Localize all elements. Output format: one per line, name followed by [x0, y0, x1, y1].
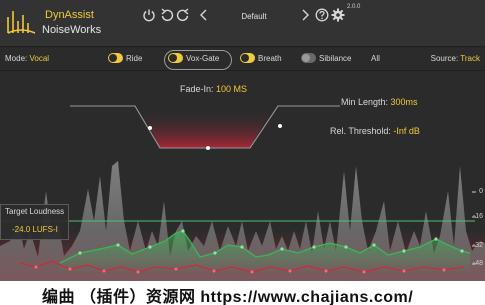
min-length-value: 300ms	[390, 97, 418, 107]
gate-handle-bottom	[206, 146, 210, 150]
next-preset-icon[interactable]	[298, 8, 312, 22]
tab-ride[interactable]: Ride	[126, 54, 142, 63]
brand-name: DynAssist	[45, 9, 94, 21]
vox-gate-toggle[interactable]	[168, 53, 183, 63]
logo-icon	[7, 11, 36, 34]
min-length-readout[interactable]: Min Length: 300ms	[341, 97, 418, 107]
gate-handle-left	[148, 126, 152, 130]
fade-in-value: 100 MS	[216, 84, 248, 94]
source-value: Track	[460, 54, 480, 63]
min-length-prefix: Min Length:	[341, 97, 391, 107]
watermark-text: 编曲 （插件）资源网 https://www.chajians.com/	[42, 289, 414, 305]
threshold-prefix: Rel. Threshold:	[330, 126, 394, 136]
gear-icon[interactable]	[331, 8, 345, 22]
scale-tick-48: -48	[472, 260, 483, 267]
scale-tick-16: -16	[472, 213, 483, 220]
target-loudness-value[interactable]: -24.0 LUFS-I	[12, 225, 58, 234]
watermark-banner: 编曲 （插件）资源网 https://www.chajians.com/	[0, 281, 485, 305]
plugin-header: DynAssist NoiseWorks Default 2.0.0	[0, 0, 485, 47]
fade-in-readout[interactable]: Fade-In: 100 MS	[180, 84, 247, 94]
scale-tick-0: 0	[479, 188, 483, 195]
gate-envelope-fill	[140, 108, 272, 148]
source-selector[interactable]: Source: Track	[431, 54, 480, 63]
scale-tick-32: -32	[472, 242, 483, 249]
preset-name[interactable]: Default	[210, 12, 298, 21]
tab-all[interactable]: All	[371, 54, 380, 63]
sibilance-toggle[interactable]	[301, 53, 316, 63]
mode-value: Vocal	[29, 54, 50, 63]
tab-vox-gate[interactable]: Vox-Gate	[186, 54, 219, 63]
mode-selector[interactable]: Mode: Vocal	[5, 54, 49, 63]
ride-toggle[interactable]	[108, 53, 123, 63]
fade-in-prefix: Fade-In:	[180, 84, 217, 94]
power-icon[interactable]	[142, 8, 156, 22]
target-loudness-box[interactable]: Target Loudness -24.0 LUFS-I	[0, 204, 69, 240]
help-icon[interactable]	[315, 8, 329, 22]
company-name: NoiseWorks	[42, 24, 102, 36]
prev-preset-icon[interactable]	[197, 8, 211, 22]
gate-handle-right	[278, 124, 282, 128]
target-loudness-title: Target Loudness	[5, 207, 65, 216]
breath-toggle[interactable]	[240, 53, 255, 63]
gate-display[interactable]: Fade-In: 100 MS Min Length: 300ms Rel. T…	[0, 71, 485, 283]
tab-sibilance[interactable]: Sibilance	[319, 54, 351, 63]
version-label: 2.0.0	[347, 4, 361, 10]
mode-bar: Mode: Vocal Ride Vox-Gate Breath Sibilan…	[0, 49, 485, 71]
threshold-value: -Inf dB	[393, 126, 420, 136]
threshold-readout[interactable]: Rel. Threshold: -Inf dB	[330, 126, 420, 136]
redo-icon[interactable]	[176, 8, 190, 22]
tab-breath[interactable]: Breath	[258, 54, 282, 63]
source-prefix: Source:	[430, 54, 461, 63]
mode-prefix: Mode:	[5, 54, 30, 63]
undo-icon[interactable]	[160, 8, 174, 22]
